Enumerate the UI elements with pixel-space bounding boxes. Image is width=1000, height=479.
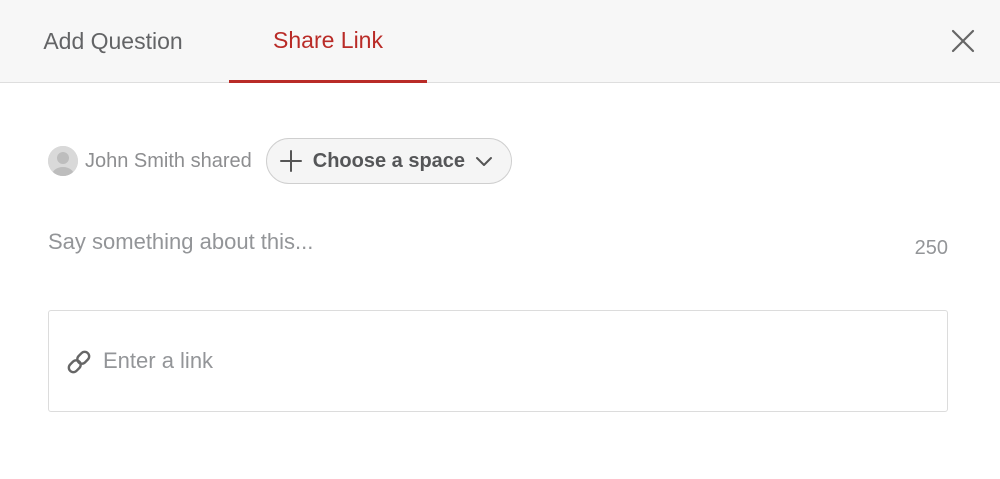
shared-by-text: John Smith shared	[85, 149, 252, 172]
tab-add-question[interactable]: Add Question	[16, 0, 210, 83]
tab-share-link[interactable]: Share Link	[229, 0, 427, 83]
link-input[interactable]	[103, 341, 923, 381]
plus-icon	[279, 150, 302, 172]
choose-space-label: Choose a space	[312, 149, 466, 172]
close-button[interactable]	[946, 24, 980, 58]
avatar	[48, 146, 78, 176]
link-field-container[interactable]	[48, 310, 948, 412]
choose-space-button[interactable]: Choose a space	[265, 138, 513, 184]
avatar-icon	[48, 146, 78, 176]
character-counter: 250	[914, 237, 948, 259]
share-attribution-row: John Smith shared Choose a space	[48, 137, 513, 185]
chevron-down-icon	[476, 157, 493, 166]
comment-input[interactable]	[48, 222, 868, 262]
modal-header: Add Question Share Link	[0, 0, 1000, 83]
close-icon	[951, 29, 975, 53]
link-icon	[67, 350, 91, 374]
share-link-modal: Add Question Share Link John Smith share…	[0, 0, 1000, 479]
